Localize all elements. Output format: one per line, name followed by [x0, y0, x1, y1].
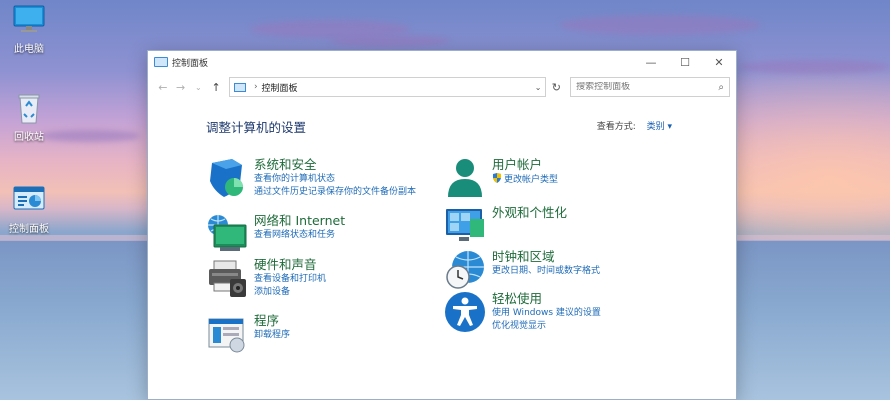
accessibility-icon[interactable] [444, 291, 486, 333]
user-icon[interactable] [444, 157, 486, 199]
programs-icon[interactable] [206, 313, 248, 355]
category-link[interactable]: 更改帐户类型 [492, 173, 558, 187]
category-title[interactable]: 用户帐户 [492, 157, 558, 173]
category-appearance: 外观和个性化 [444, 205, 567, 247]
up-arrow-icon[interactable]: ↑ [207, 81, 225, 94]
printer-icon[interactable] [206, 257, 248, 299]
desktop-icon-control-panel[interactable]: 控制面板 [4, 184, 54, 235]
navigation-bar: ← → ⌄ ↑ › 控制面板 ⌄ ↻ ⌕ [148, 73, 736, 101]
page-title: 调整计算机的设置 [206, 120, 307, 135]
maximize-button[interactable]: ☐ [668, 51, 702, 73]
control-panel-window: 控制面板 — ☐ ✕ ← → ⌄ ↑ › 控制面板 ⌄ ↻ ⌕ 调整计算机的设置… [147, 50, 737, 400]
category-link[interactable]: 优化视觉显示 [492, 320, 601, 333]
category-title[interactable]: 硬件和声音 [254, 257, 326, 273]
recycle-bin-icon [11, 92, 47, 124]
desktop-icon-this-pc[interactable]: 此电脑 [4, 4, 54, 55]
category-link[interactable]: 查看网络状态和任务 [254, 229, 345, 242]
category-link[interactable]: 添加设备 [254, 286, 326, 299]
monitor-icon [11, 4, 47, 36]
window-title: 控制面板 [172, 58, 209, 69]
category-link[interactable]: 使用 Windows 建议的设置 [492, 307, 601, 320]
back-arrow-icon[interactable]: ← [154, 81, 172, 94]
desktop-icon-label: 此电脑 [14, 44, 44, 55]
chevron-right-icon: › [253, 82, 258, 92]
view-by: 查看方式: 类别 ▾ [597, 119, 672, 132]
view-by-label: 查看方式: [596, 122, 636, 132]
category-programs: 程序 卸载程序 [206, 313, 290, 355]
control-panel-icon [11, 184, 47, 216]
search-box[interactable]: ⌕ [570, 77, 730, 97]
desktop-icon-label: 控制面板 [9, 224, 49, 235]
main-content: 调整计算机的设置 查看方式: 类别 ▾ 系统和安全 查看你的计算机状态 通过文件… [148, 101, 736, 399]
category-user-accounts: 用户帐户 更改帐户类型 [444, 157, 558, 199]
category-clock-region: 时钟和区域 更改日期、时间或数字格式 [444, 249, 600, 291]
refresh-icon[interactable]: ↻ [546, 81, 566, 94]
title-bar[interactable]: 控制面板 — ☐ ✕ [148, 51, 736, 73]
recent-locations-chevron-icon[interactable]: ⌄ [189, 83, 207, 92]
category-title[interactable]: 网络和 Internet [254, 213, 345, 229]
control-panel-icon [233, 82, 246, 92]
category-title[interactable]: 时钟和区域 [492, 249, 600, 265]
search-input[interactable] [576, 82, 719, 92]
category-title[interactable]: 程序 [254, 313, 290, 329]
category-link[interactable]: 通过文件历史记录保存你的文件备份副本 [254, 186, 416, 199]
category-link[interactable]: 查看你的计算机状态 [254, 173, 416, 186]
minimize-button[interactable]: — [634, 51, 668, 73]
category-link[interactable]: 卸载程序 [254, 329, 290, 342]
category-network: 网络和 Internet 查看网络状态和任务 [206, 213, 345, 255]
category-link[interactable]: 更改日期、时间或数字格式 [492, 265, 600, 278]
breadcrumb[interactable]: 控制面板 [262, 81, 298, 94]
uac-shield-icon [493, 173, 501, 183]
category-ease-of-access: 轻松使用 使用 Windows 建议的设置 优化视觉显示 [444, 291, 601, 333]
network-globe-icon[interactable] [206, 213, 248, 255]
chevron-down-icon[interactable]: ⌄ [535, 83, 542, 92]
desktop-icon-recycle-bin[interactable]: 回收站 [4, 92, 54, 143]
forward-arrow-icon[interactable]: → [172, 81, 190, 94]
desktop-icon-label: 回收站 [14, 132, 44, 143]
category-title[interactable]: 轻松使用 [492, 291, 601, 307]
shield-icon[interactable] [206, 157, 248, 199]
category-hardware-sound: 硬件和声音 查看设备和打印机 添加设备 [206, 257, 326, 299]
category-link-text: 更改帐户类型 [504, 175, 559, 185]
clock-globe-icon[interactable] [444, 249, 486, 291]
category-title[interactable]: 系统和安全 [254, 157, 416, 173]
category-system-security: 系统和安全 查看你的计算机状态 通过文件历史记录保存你的文件备份副本 [206, 157, 416, 199]
appearance-icon[interactable] [444, 205, 486, 247]
category-link[interactable]: 查看设备和打印机 [254, 273, 326, 286]
category-title[interactable]: 外观和个性化 [492, 205, 567, 221]
control-panel-icon [154, 57, 168, 67]
view-by-dropdown[interactable]: 类别 ▾ [647, 122, 672, 132]
search-icon[interactable]: ⌕ [718, 82, 724, 93]
address-bar[interactable]: › 控制面板 ⌄ [228, 77, 547, 97]
close-button[interactable]: ✕ [702, 51, 736, 73]
